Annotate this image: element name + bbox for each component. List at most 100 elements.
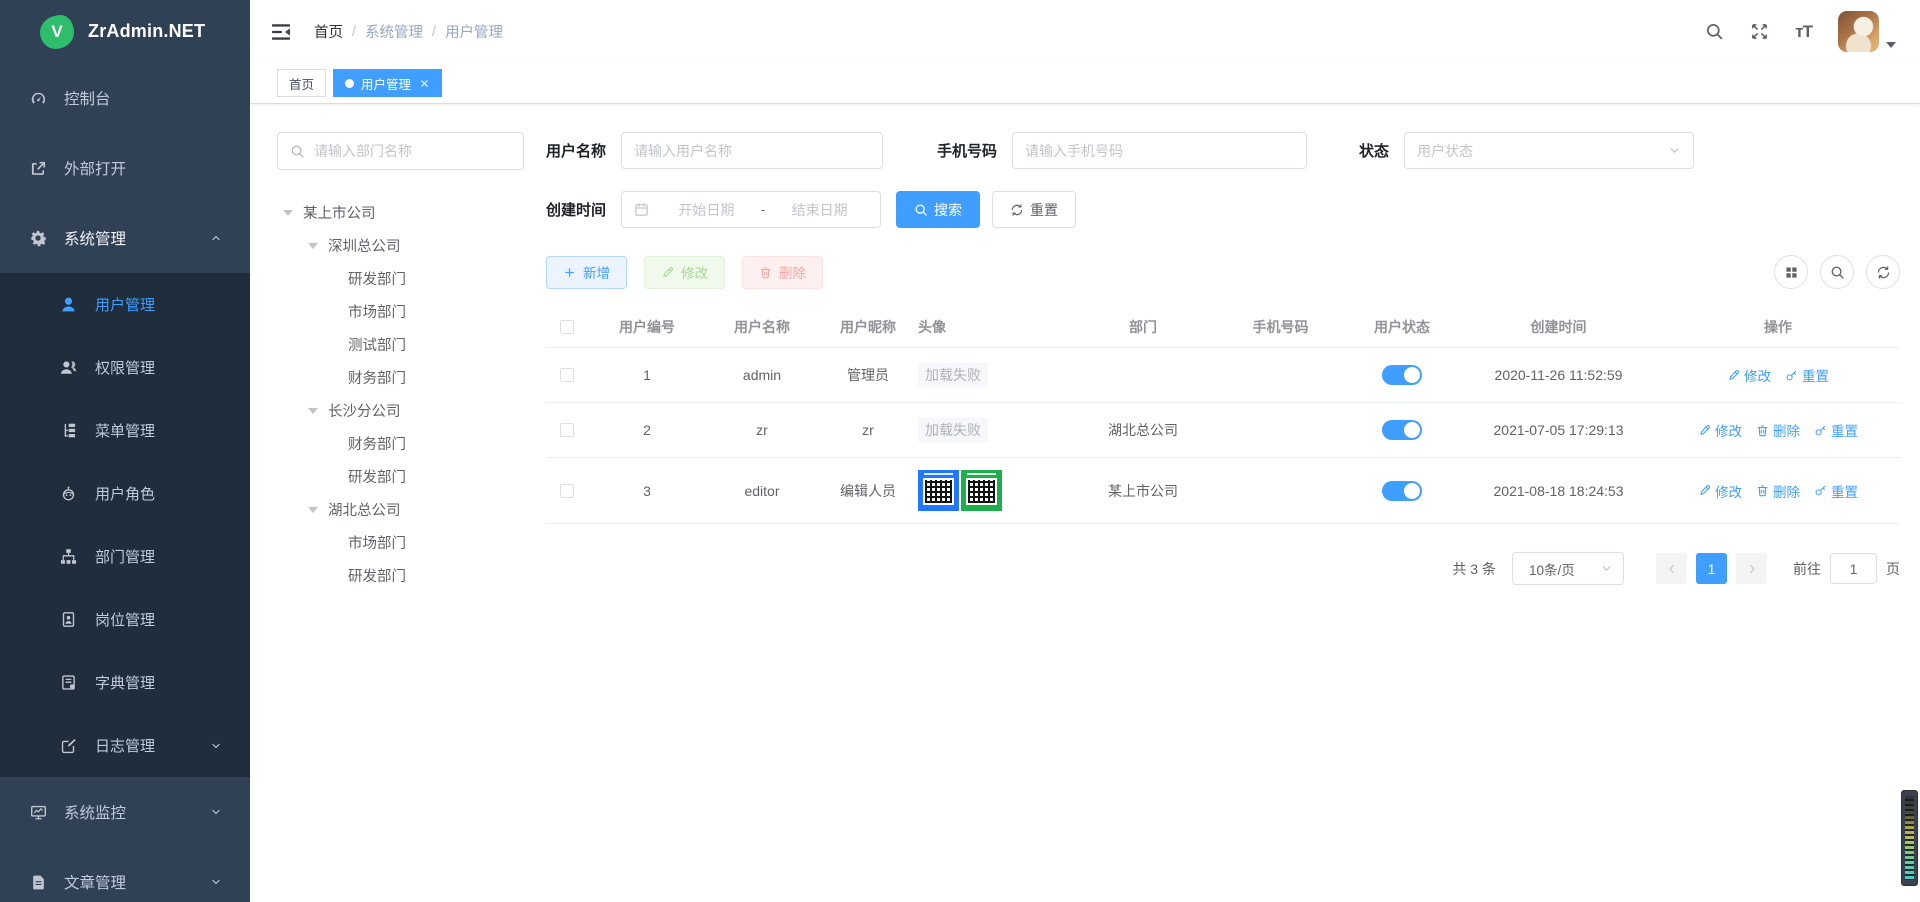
plus-icon [563,266,576,279]
row-edit-link[interactable]: 修改 [1698,420,1742,440]
phone-label: 手机号码 [937,140,997,161]
chevron-down-icon [210,876,222,888]
tree-node[interactable]: 市场部门 [277,295,524,328]
phone-input[interactable] [1025,143,1294,159]
row-reset-password-link[interactable]: 重置 [1814,420,1858,440]
row-checkbox[interactable] [560,368,574,382]
row-delete-link[interactable]: 删除 [1756,420,1800,440]
tree-node[interactable]: 长沙分公司 [277,394,524,427]
sidebar-item-label: 控制台 [64,87,111,109]
edit-button[interactable]: 修改 [644,256,725,289]
delete-button[interactable]: 删除 [742,256,823,289]
dept-search-input[interactable] [314,143,511,159]
avatar-qr-images[interactable] [918,470,1002,511]
sidebar-item-user-mgmt[interactable]: 用户管理 [0,273,250,336]
page-size-select[interactable]: 10条/页 [1512,552,1624,585]
status-toggle-on[interactable] [1382,365,1422,385]
sidebar-item-user-role[interactable]: 用户角色 [0,462,250,525]
caret-down-icon[interactable] [308,507,318,513]
sidebar-item-menu-mgmt[interactable]: 菜单管理 [0,399,250,462]
tree-node[interactable]: 财务部门 [277,427,524,460]
tree-node[interactable]: 研发部门 [277,460,524,493]
dept-search-box[interactable] [277,132,524,170]
pagination-total: 共 3 条 [1452,559,1496,579]
tree-node[interactable]: 财务部门 [277,361,524,394]
sidebar-item-post-mgmt[interactable]: 岗位管理 [0,588,250,651]
sidebar-item-monitor[interactable]: 系统监控 [0,777,250,847]
sidebar-item-external[interactable]: 外部打开 [0,133,250,203]
breadcrumb-home[interactable]: 首页 [314,21,343,42]
page-number-button[interactable]: 1 [1696,553,1727,584]
cell-dept: 某上市公司 [1068,477,1218,505]
key-icon [1785,369,1798,382]
sidebar-item-dashboard[interactable]: 控制台 [0,63,250,133]
row-reset-password-link[interactable]: 重置 [1814,481,1858,501]
username-input[interactable] [634,143,870,159]
sidebar-item-dict-mgmt[interactable]: 字典管理 [0,651,250,714]
edit-button-label: 修改 [681,262,708,282]
reset-button[interactable]: 重置 [992,191,1076,228]
username-field[interactable] [621,132,883,169]
tree-node[interactable]: 深圳总公司 [277,229,524,262]
phone-field[interactable] [1012,132,1307,169]
fullscreen-icon[interactable] [1750,22,1769,41]
sidebar-item-label: 字典管理 [95,672,155,693]
row-checkbox[interactable] [560,423,574,437]
date-range-picker[interactable]: 开始日期 - 结束日期 [621,191,881,228]
sidebar-item-article[interactable]: 文章管理 [0,847,250,902]
column-settings-button[interactable] [1774,255,1808,289]
sidebar-item-label: 外部打开 [64,157,126,179]
search-icon[interactable] [1705,22,1724,41]
table-row: 3 editor 编辑人员 某上市公司 2021-08-18 18:24:53 [546,458,1900,524]
add-button[interactable]: 新增 [546,256,627,289]
close-icon[interactable] [419,78,430,89]
status-toggle-on[interactable] [1382,481,1422,501]
search-button[interactable]: 搜索 [896,191,980,228]
app-logo[interactable]: V ZrAdmin.NET [0,0,250,63]
row-edit-link[interactable]: 修改 [1727,365,1771,385]
date-end-placeholder[interactable]: 结束日期 [771,200,868,220]
avatar-load-failed: 加载失败 [918,418,988,442]
column-header: 手机号码 [1218,313,1343,341]
tree-node[interactable]: 湖北总公司 [277,493,524,526]
sidebar-item-dept-mgmt[interactable]: 部门管理 [0,525,250,588]
tab-home[interactable]: 首页 [277,69,326,97]
sidebar-submenu-system: 用户管理 权限管理 菜单管理 用户角色 部门管理 岗位管理 字典管理 日志管理 [0,273,250,777]
tree-node[interactable]: 市场部门 [277,526,524,559]
tree-node[interactable]: 某上市公司 [277,196,524,229]
sidebar-item-permission-mgmt[interactable]: 权限管理 [0,336,250,399]
tab-user-mgmt[interactable]: 用户管理 [333,69,442,97]
status-select-placeholder: 用户状态 [1417,141,1668,161]
select-all-checkbox[interactable] [560,320,574,334]
date-start-placeholder[interactable]: 开始日期 [658,200,755,220]
caret-down-icon[interactable] [308,408,318,414]
goto-page-input[interactable] [1830,553,1877,584]
row-reset-password-link[interactable]: 重置 [1785,365,1829,385]
tree-node[interactable]: 研发部门 [277,559,524,592]
font-size-icon[interactable]: тT [1795,22,1812,42]
caret-down-icon[interactable] [283,210,293,216]
refresh-table-button[interactable] [1866,255,1900,289]
avatar[interactable] [1838,11,1879,52]
sidebar-collapse-icon[interactable] [270,21,292,43]
caret-down-icon[interactable] [308,243,318,249]
prev-page-button[interactable] [1656,553,1687,584]
status-toggle-on[interactable] [1382,420,1422,440]
next-page-button[interactable] [1736,553,1767,584]
op-label: 删除 [1773,420,1800,440]
tree-node[interactable]: 研发部门 [277,262,524,295]
sidebar-item-system[interactable]: 系统管理 [0,203,250,273]
search-button-label: 搜索 [934,200,962,220]
row-delete-link[interactable]: 删除 [1756,481,1800,501]
refresh-icon [1876,265,1891,280]
user-menu[interactable] [1838,11,1896,52]
row-edit-link[interactable]: 修改 [1698,481,1742,501]
scroll-indicator-widget[interactable] [1901,790,1918,886]
status-select[interactable]: 用户状态 [1404,132,1694,169]
column-header: 用户编号 [588,313,706,341]
sidebar-item-log-mgmt[interactable]: 日志管理 [0,714,250,777]
toggle-search-button[interactable] [1820,255,1854,289]
user-icon [60,296,77,313]
row-checkbox[interactable] [560,484,574,498]
tree-node[interactable]: 测试部门 [277,328,524,361]
